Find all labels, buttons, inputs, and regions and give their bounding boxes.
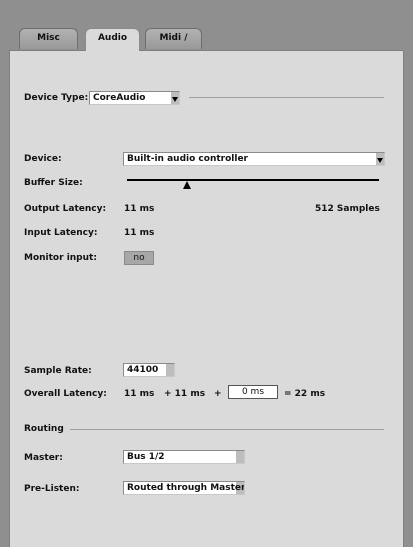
extra-latency-input[interactable]: 0 ms [228, 385, 278, 399]
audio-settings-panel [9, 50, 404, 547]
sample-rate-value: 44100 [127, 365, 159, 375]
routing-heading: Routing [24, 424, 64, 434]
output-latency-value: 11 ms [124, 204, 155, 214]
extra-latency-value: 0 ms [241, 387, 265, 397]
device-value: Built-in audio controller [127, 154, 248, 164]
preferences-window: Misc Audio Midi / Sync Device Type: Core… [0, 0, 413, 547]
overall-latency-output: 11 ms [124, 389, 155, 399]
master-select[interactable]: Bus 1/2 [123, 450, 245, 464]
device-type-dropdown-icon [172, 97, 178, 102]
overall-latency-input: + 11 ms [164, 389, 206, 399]
pre-listen-label: Pre-Listen: [24, 484, 80, 494]
pre-listen-value: Routed through Master [127, 483, 245, 493]
input-latency-label: Input Latency: [24, 228, 98, 238]
tab-misc[interactable]: Misc [19, 28, 78, 49]
buffer-size-slider[interactable] [127, 179, 379, 181]
sample-rate-field[interactable]: 44100 [123, 363, 175, 377]
buffer-size-slider-thumb[interactable] [183, 181, 192, 189]
overall-latency-label: Overall Latency: [24, 389, 107, 399]
tab-midi-sync[interactable]: Midi / Sync [145, 28, 202, 62]
overall-latency-plus: + [214, 389, 222, 399]
monitor-input-label: Monitor input: [24, 253, 97, 263]
device-type-select[interactable]: CoreAudio [89, 91, 180, 105]
device-dropdown-icon [377, 158, 383, 163]
output-latency-label: Output Latency: [24, 204, 107, 214]
pre-listen-select[interactable]: Routed through Master [123, 481, 245, 495]
divider [189, 97, 384, 98]
input-latency-value: 11 ms [124, 228, 155, 238]
sample-rate-label: Sample Rate: [24, 366, 92, 376]
output-latency-samples: 512 Samples [315, 204, 380, 214]
device-type-label: Device Type: [24, 93, 89, 103]
device-select[interactable]: Built-in audio controller [123, 152, 385, 166]
master-label: Master: [24, 453, 63, 463]
device-type-value: CoreAudio [93, 93, 146, 103]
master-value: Bus 1/2 [127, 452, 165, 462]
monitor-input-toggle[interactable]: no [124, 251, 154, 265]
overall-latency-total: = 22 ms [284, 389, 326, 399]
routing-divider [70, 429, 384, 430]
device-label: Device: [24, 154, 62, 164]
tab-audio[interactable]: Audio [85, 28, 140, 51]
buffer-size-label: Buffer Size: [24, 178, 83, 188]
